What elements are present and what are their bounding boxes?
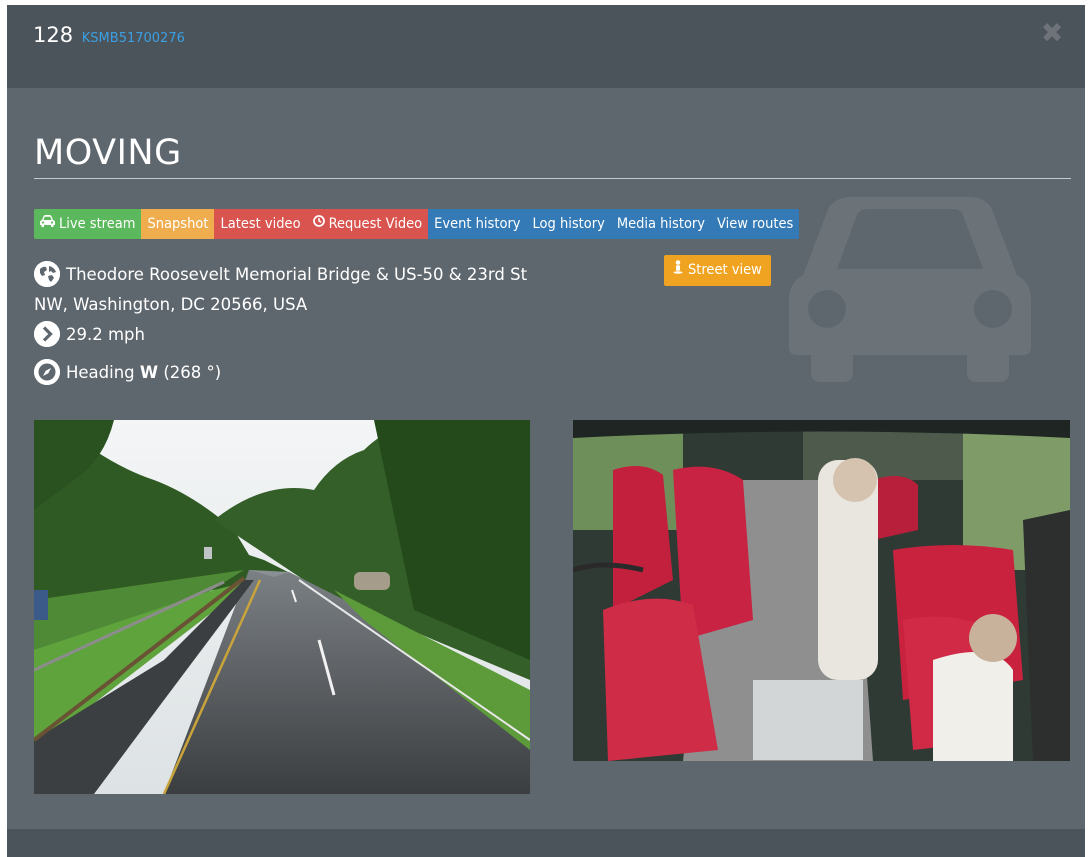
heading-line: Heading W (268 °) (34, 357, 527, 387)
status-divider (34, 178, 1071, 179)
vehicle-info: Theodore Roosevelt Memorial Bridge & US-… (34, 259, 527, 387)
close-button[interactable]: ✖ (1037, 19, 1067, 49)
snapshot-label: Snapshot (147, 216, 209, 232)
street-view-button[interactable]: Street view (664, 255, 771, 286)
speed-value: 29.2 mph (66, 324, 145, 344)
view-routes-button[interactable]: View routes (711, 209, 800, 239)
address-line-2-row: NW, Washington, DC 20566, USA (34, 289, 527, 319)
request-video-label: Request Video (328, 216, 423, 232)
snapshot-button[interactable]: Snapshot (141, 209, 215, 239)
address-line-1: Theodore Roosevelt Memorial Bridge & US-… (66, 264, 528, 284)
vehicle-number: 128 (33, 23, 74, 47)
modal-footer (7, 829, 1085, 857)
address-line-2: NW, Washington, DC 20566, USA (34, 294, 308, 314)
event-history-label: Event history (434, 216, 521, 232)
street-view-label: Street view (688, 262, 762, 278)
device-id-link[interactable]: KSMB51700276 (82, 31, 185, 46)
request-video-button[interactable]: Request Video (306, 209, 429, 239)
heading-label: Heading (66, 362, 135, 382)
globe-icon (34, 261, 60, 287)
street-view-icon (673, 255, 683, 286)
speed-line: 29.2 mph (34, 319, 527, 349)
address-line: Theodore Roosevelt Memorial Bridge & US-… (34, 259, 527, 289)
vehicle-title: 128 KSMB51700276 (33, 23, 185, 47)
close-icon: ✖ (1040, 18, 1064, 49)
modal-header: 128 KSMB51700276 ✖ (7, 5, 1085, 88)
heading-direction: W (139, 362, 159, 382)
car-icon (40, 209, 55, 239)
live-stream-label: Live stream (59, 216, 136, 232)
action-button-group: Live stream Snapshot Latest video Reques… (34, 209, 800, 239)
live-stream-button[interactable]: Live stream (34, 209, 142, 239)
event-history-button[interactable]: Event history (428, 209, 527, 239)
latest-video-button[interactable]: Latest video (214, 209, 307, 239)
compass-icon (34, 359, 60, 385)
media-history-label: Media history (616, 216, 706, 232)
log-history-label: Log history (532, 216, 605, 232)
view-routes-label: View routes (717, 216, 794, 232)
latest-video-label: Latest video (220, 216, 301, 232)
heading-degrees: (268 °) (163, 362, 222, 382)
media-history-button[interactable]: Media history (610, 209, 712, 239)
car-icon (789, 197, 1031, 382)
vehicle-modal: 128 KSMB51700276 ✖ MOVING Live stream Sn… (7, 5, 1085, 857)
clock-icon (312, 209, 325, 239)
front-camera-image[interactable] (34, 420, 530, 794)
chevron-right-icon (34, 321, 60, 347)
vehicle-status: MOVING (34, 133, 182, 173)
interior-camera-image[interactable] (573, 420, 1070, 761)
log-history-button[interactable]: Log history (526, 209, 611, 239)
